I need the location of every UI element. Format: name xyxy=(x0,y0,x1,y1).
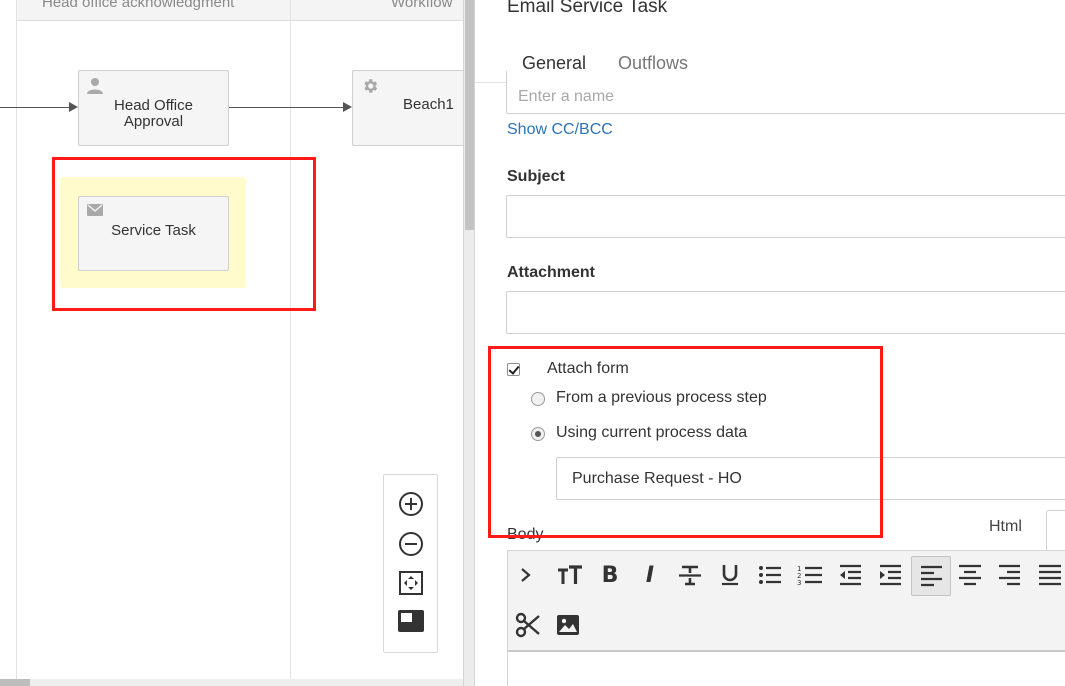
zoom-in-icon[interactable] xyxy=(397,490,425,518)
app-root: Head office acknowledgment Workflow Head… xyxy=(0,0,1065,686)
body-editor[interactable] xyxy=(507,650,1065,686)
flow-line xyxy=(0,107,70,108)
panel-divider-scrollbar[interactable] xyxy=(463,0,475,686)
lane-header-head-office: Head office acknowledgment xyxy=(16,0,290,21)
fit-to-screen-icon[interactable] xyxy=(397,569,425,597)
zoom-out-icon[interactable] xyxy=(397,530,425,558)
node-beach1[interactable]: Beach1 xyxy=(352,70,465,146)
scrollbar-thumb[interactable] xyxy=(465,0,474,230)
node-label: Head Office Approval xyxy=(114,97,193,130)
scrollbar-thumb[interactable] xyxy=(0,679,30,686)
numbered-list-icon[interactable]: 123 xyxy=(794,559,826,591)
lane-header-label: Workflow xyxy=(391,0,453,11)
align-center-icon[interactable] xyxy=(954,559,986,591)
expand-toolbar-icon[interactable] xyxy=(510,559,542,591)
tab-html[interactable]: Html xyxy=(989,518,1022,536)
align-right-icon[interactable] xyxy=(994,559,1026,591)
process-canvas[interactable]: Head office acknowledgment Workflow Head… xyxy=(0,0,465,686)
panel-title: Email Service Task xyxy=(507,0,668,17)
gear-icon xyxy=(361,77,379,99)
bold-icon[interactable]: B xyxy=(594,559,626,591)
attachment-label: Attachment xyxy=(507,264,596,281)
properties-panel: Email Service Task General Outflows Show… xyxy=(475,0,1065,686)
minimap-icon[interactable] xyxy=(397,608,425,636)
subject-input[interactable] xyxy=(506,195,1065,238)
lane-header-label: Head office acknowledgment xyxy=(42,0,235,11)
annotation-box-attach-form xyxy=(488,346,883,538)
indent-icon[interactable] xyxy=(874,559,906,591)
user-icon xyxy=(87,77,103,98)
align-left-icon[interactable] xyxy=(911,556,951,596)
insert-image-icon[interactable] xyxy=(552,609,584,641)
node-label: Beach1 xyxy=(403,96,454,113)
flow-arrowhead xyxy=(343,102,352,112)
lane-divider xyxy=(16,0,17,686)
node-head-office-approval[interactable]: Head Office Approval xyxy=(78,70,229,146)
svg-text:3: 3 xyxy=(797,579,801,586)
subject-label: Subject xyxy=(507,168,565,185)
attachment-input[interactable] xyxy=(506,291,1065,334)
tab-design-edge[interactable] xyxy=(1046,510,1065,550)
flow-arrowhead xyxy=(69,102,78,112)
show-cc-bcc-link[interactable]: Show CC/BCC xyxy=(507,121,613,139)
canvas-horizontal-scrollbar[interactable] xyxy=(0,679,465,686)
lane-divider xyxy=(290,0,291,686)
font-size-icon[interactable] xyxy=(554,559,586,591)
recipient-input[interactable] xyxy=(506,70,1065,114)
italic-icon[interactable]: I xyxy=(634,559,666,591)
zoom-controls xyxy=(383,474,438,653)
outdent-icon[interactable] xyxy=(834,559,866,591)
lane-header-workflow: Workflow xyxy=(291,0,465,21)
editor-toolbar: B I 123 xyxy=(507,550,1065,654)
annotation-box-service-task xyxy=(52,157,316,311)
scissors-icon[interactable] xyxy=(512,609,544,641)
underline-icon[interactable] xyxy=(714,559,746,591)
flow-line xyxy=(229,107,344,108)
strikethrough-icon[interactable] xyxy=(674,559,706,591)
bullet-list-icon[interactable] xyxy=(754,559,786,591)
align-justify-icon[interactable] xyxy=(1034,559,1065,591)
